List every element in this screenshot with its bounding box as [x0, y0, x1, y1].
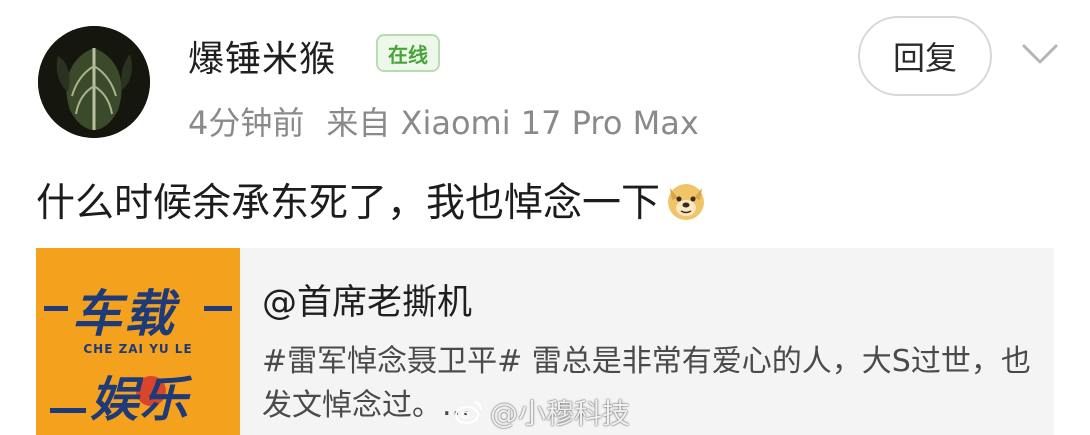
watermark: @小穆科技: [454, 392, 630, 432]
reply-button[interactable]: 回复: [858, 16, 992, 96]
chevron-down-icon[interactable]: [1018, 38, 1062, 68]
thumbnail-title-line2: 娱乐: [90, 372, 191, 428]
quoted-text: #雷军悼念聂卫平# 雷总是非常有爱心的人，大S过世，也发文悼念过。...: [262, 344, 1031, 423]
quoted-post-thumbnail: 车载 CHE ZAI YU LE 娱乐: [36, 248, 240, 435]
timestamp: 4分钟前: [188, 104, 305, 142]
comment-text: 什么时候余承东死了，我也悼念一下: [36, 172, 708, 228]
online-badge: 在线: [376, 34, 440, 72]
quoted-author[interactable]: @首席老撕机: [262, 274, 472, 325]
weibo-icon: [455, 401, 482, 424]
comment-body: 什么时候余承东死了，我也悼念一下: [36, 181, 661, 226]
watermark-text: @小穆科技: [490, 397, 631, 430]
leaf-avatar-image: [38, 26, 150, 138]
thumbnail-subtitle: CHE ZAI YU LE: [83, 342, 193, 356]
source-device: 来自 Xiaomi 17 Pro Max: [326, 104, 699, 142]
comment-meta: 4分钟前 来自 Xiaomi 17 Pro Max: [188, 98, 699, 144]
doge-icon: [668, 184, 705, 220]
thumbnail-title-line1: 车载: [72, 285, 176, 343]
avatar[interactable]: [38, 26, 150, 138]
username[interactable]: 爆锤米猴: [188, 30, 336, 82]
